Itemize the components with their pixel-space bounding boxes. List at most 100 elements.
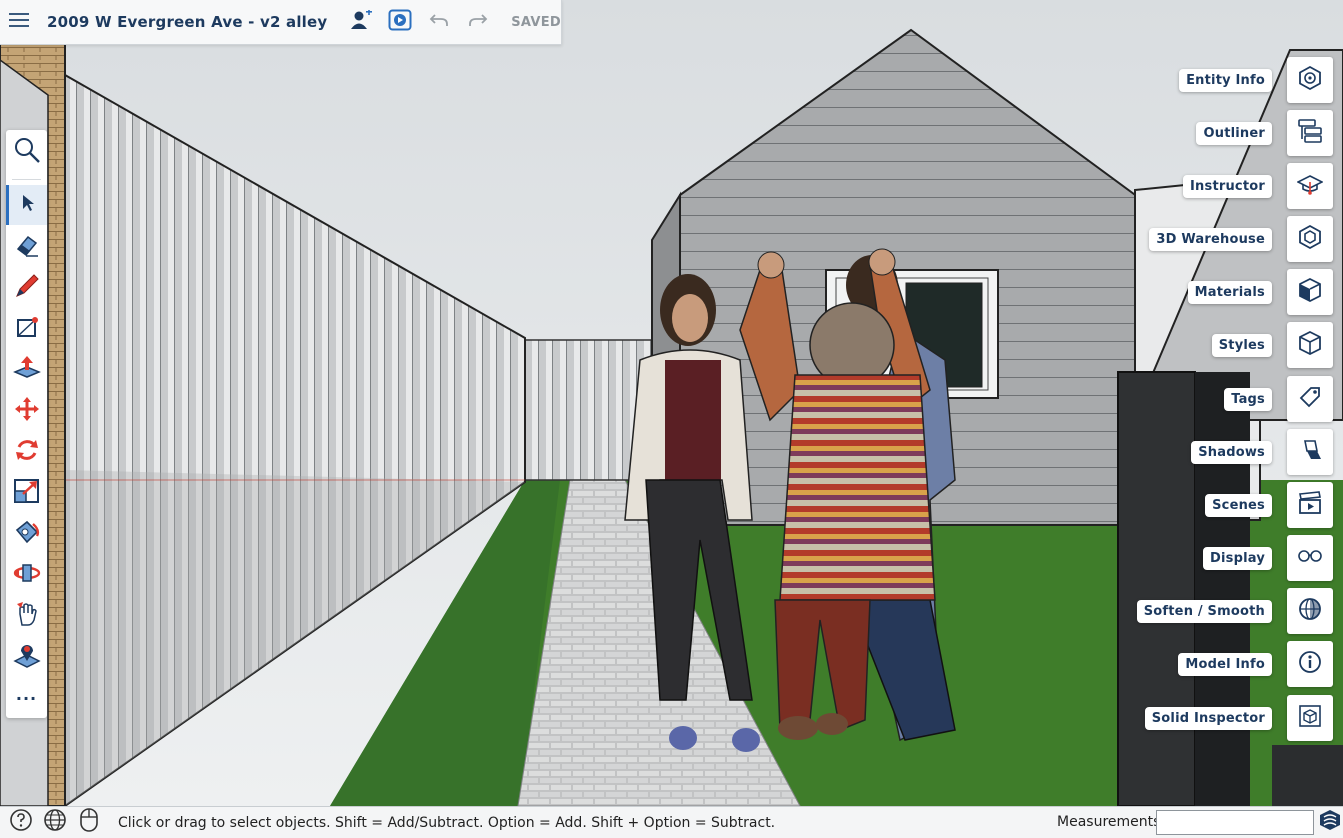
panel-soften-smooth[interactable]: Soften / Smooth — [1136, 588, 1333, 634]
panel-label[interactable]: Scenes — [1205, 493, 1272, 517]
panel-label[interactable]: Display — [1203, 546, 1272, 570]
solid-inspector-button[interactable] — [1287, 695, 1333, 741]
panel-outliner[interactable]: Outliner — [1196, 110, 1333, 156]
panel-instructor[interactable]: Instructor — [1183, 163, 1333, 209]
model-viewport[interactable] — [0, 0, 1343, 806]
panel-label[interactable]: Tags — [1224, 387, 1272, 411]
search-tool-button[interactable] — [6, 132, 47, 172]
materials-button[interactable] — [1287, 269, 1333, 315]
scenes-button[interactable] — [1287, 482, 1333, 528]
panel-label[interactable]: Shadows — [1191, 440, 1272, 464]
orbit-tool-button[interactable] — [6, 555, 47, 595]
move-tool-button[interactable] — [6, 391, 47, 431]
push-pull-icon — [12, 354, 41, 387]
panel-label[interactable]: Instructor — [1183, 174, 1272, 198]
shadows-icon — [1297, 437, 1323, 468]
sketchup-logo — [1318, 810, 1342, 835]
measurements-label: Measurements — [1057, 814, 1161, 830]
more-dots-icon: ··· — [15, 688, 38, 708]
toolbar-divider — [12, 179, 41, 180]
materials-cube-icon — [1297, 277, 1323, 308]
panel-label[interactable]: Entity Info — [1179, 68, 1272, 92]
pencil-tool-button[interactable] — [6, 268, 47, 308]
orbit-icon — [13, 559, 41, 592]
rectangle-tool-button[interactable] — [6, 309, 47, 349]
soften-smooth-button[interactable] — [1287, 588, 1333, 634]
outliner-icon — [1297, 118, 1323, 149]
panel-shadows[interactable]: Shadows — [1191, 429, 1333, 475]
push-pull-tool-button[interactable] — [6, 350, 47, 390]
select-tool-button[interactable] — [6, 185, 47, 225]
panel-label[interactable]: Model Info — [1178, 652, 1272, 676]
panel-label[interactable]: Styles — [1211, 333, 1272, 357]
warehouse-icon — [1297, 224, 1323, 255]
panel-model-info[interactable]: Model Info — [1178, 641, 1333, 687]
top-bar: 2009 W Evergreen Ave - v2 alley SAVED — [0, 0, 562, 45]
measurements-input[interactable] — [1156, 810, 1314, 835]
panel-display[interactable]: Display — [1203, 535, 1333, 581]
solid-inspector-icon — [1297, 703, 1323, 734]
undo-button[interactable] — [419, 0, 458, 45]
save-status: SAVED — [511, 14, 562, 30]
entity-info-icon — [1297, 65, 1323, 96]
select-arrow-icon — [20, 194, 36, 217]
share-button[interactable] — [341, 0, 380, 45]
panel-label[interactable]: Materials — [1187, 280, 1272, 304]
tags-button[interactable] — [1287, 376, 1333, 422]
panel-tags[interactable]: Tags — [1224, 376, 1333, 422]
mouse-icon — [79, 807, 99, 838]
panel-styles[interactable]: Styles — [1211, 322, 1333, 368]
clapperboard-icon — [1297, 490, 1323, 521]
display-button[interactable] — [1287, 535, 1333, 581]
search-icon — [13, 136, 41, 169]
shadows-button[interactable] — [1287, 429, 1333, 475]
position-camera-tool-button[interactable] — [6, 637, 47, 677]
redo-button[interactable] — [458, 0, 497, 45]
info-icon — [1297, 649, 1323, 680]
geo-location-button[interactable] — [42, 809, 68, 836]
3d-warehouse-button[interactable] — [1287, 216, 1333, 262]
panel-entity-info[interactable]: Entity Info — [1179, 57, 1333, 103]
undo-icon — [429, 12, 449, 33]
present-button[interactable] — [380, 0, 419, 45]
panel-label[interactable]: Soften / Smooth — [1136, 599, 1272, 623]
panel-materials[interactable]: Materials — [1187, 269, 1333, 315]
model-title[interactable]: 2009 W Evergreen Ave - v2 alley — [47, 13, 327, 31]
left-toolbar: ··· — [6, 130, 47, 718]
rotate-tool-button[interactable] — [6, 432, 47, 472]
tag-icon — [1297, 384, 1323, 415]
styles-cube-icon — [1297, 330, 1323, 361]
more-tools-button[interactable]: ··· — [6, 678, 47, 718]
paint-tool-button[interactable] — [6, 514, 47, 554]
panel-solid-inspector[interactable]: Solid Inspector — [1144, 695, 1333, 741]
pan-hand-icon — [13, 600, 41, 633]
scale-tool-button[interactable] — [6, 473, 47, 513]
hamburger-menu-icon — [9, 12, 30, 33]
instructor-button[interactable] — [1287, 163, 1333, 209]
model-info-button[interactable] — [1287, 641, 1333, 687]
panel-label[interactable]: Solid Inspector — [1144, 706, 1272, 730]
move-icon — [14, 396, 40, 427]
styles-button[interactable] — [1287, 322, 1333, 368]
pan-tool-button[interactable] — [6, 596, 47, 636]
panel-scenes[interactable]: Scenes — [1205, 482, 1333, 528]
scale-icon — [13, 477, 41, 510]
add-person-icon — [350, 8, 372, 35]
main-menu-button[interactable] — [0, 0, 39, 45]
panel-3d-warehouse[interactable]: 3D Warehouse — [1149, 216, 1333, 262]
rotate-icon — [14, 437, 40, 468]
mouse-mode-button[interactable] — [76, 807, 102, 838]
position-camera-icon — [12, 641, 41, 674]
help-button[interactable] — [8, 808, 34, 837]
panel-label[interactable]: Outliner — [1196, 121, 1272, 145]
help-icon — [9, 808, 33, 837]
eraser-icon — [14, 232, 40, 263]
eraser-tool-button[interactable] — [6, 227, 47, 267]
entity-info-button[interactable] — [1287, 57, 1333, 103]
glasses-icon — [1297, 543, 1323, 574]
sphere-icon — [1297, 596, 1323, 627]
panel-label[interactable]: 3D Warehouse — [1149, 227, 1272, 251]
play-presentation-icon — [388, 9, 412, 36]
outliner-button[interactable] — [1287, 110, 1333, 156]
graduation-cap-icon — [1296, 171, 1324, 202]
